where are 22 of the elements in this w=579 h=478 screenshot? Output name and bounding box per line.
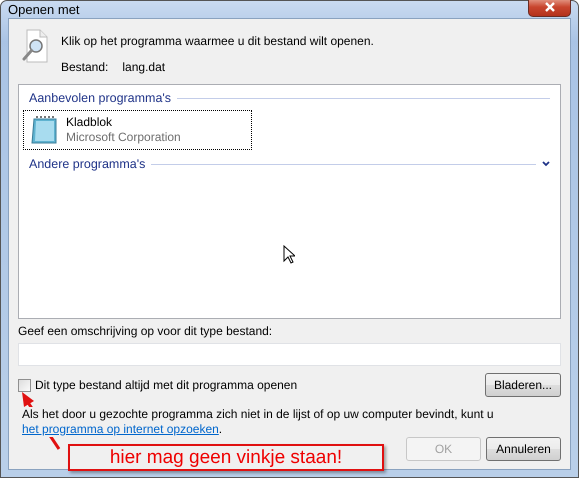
search-online-link[interactable]: het programma op internet opzoeken xyxy=(22,422,219,436)
checkbox-label[interactable]: Dit type bestand altijd met dit programma openen xyxy=(35,378,298,392)
close-icon xyxy=(544,2,556,12)
instruction-text: Klik op het programma waarmee u dit bestand wilt openen. xyxy=(61,34,374,48)
file-name: lang.dat xyxy=(122,60,166,74)
file-search-icon xyxy=(21,29,49,63)
program-item[interactable]: Kladblok Microsoft Corporation xyxy=(23,110,252,150)
description-label: Geef een omschrijving op voor dit type bestand: xyxy=(18,324,274,338)
program-publisher: Microsoft Corporation xyxy=(66,130,181,145)
checkbox[interactable] xyxy=(18,378,31,392)
group-header[interactable]: Aanbevolen programma's xyxy=(29,91,172,105)
window-title: Openen met xyxy=(8,2,80,17)
annotation-text: hier mag geen vinkje staan! xyxy=(68,444,384,471)
cancel-button[interactable]: Annuleren xyxy=(486,437,561,461)
file-label: Bestand: xyxy=(61,60,108,74)
description-field[interactable] xyxy=(18,343,561,366)
chevron-down-icon[interactable] xyxy=(542,161,550,167)
program-name: Kladblok xyxy=(66,115,114,130)
close-button[interactable] xyxy=(528,0,571,16)
mouse-cursor-icon xyxy=(283,245,295,264)
browse-button[interactable]: Bladeren... xyxy=(484,373,561,397)
group-header[interactable]: Andere programma's xyxy=(29,157,146,171)
